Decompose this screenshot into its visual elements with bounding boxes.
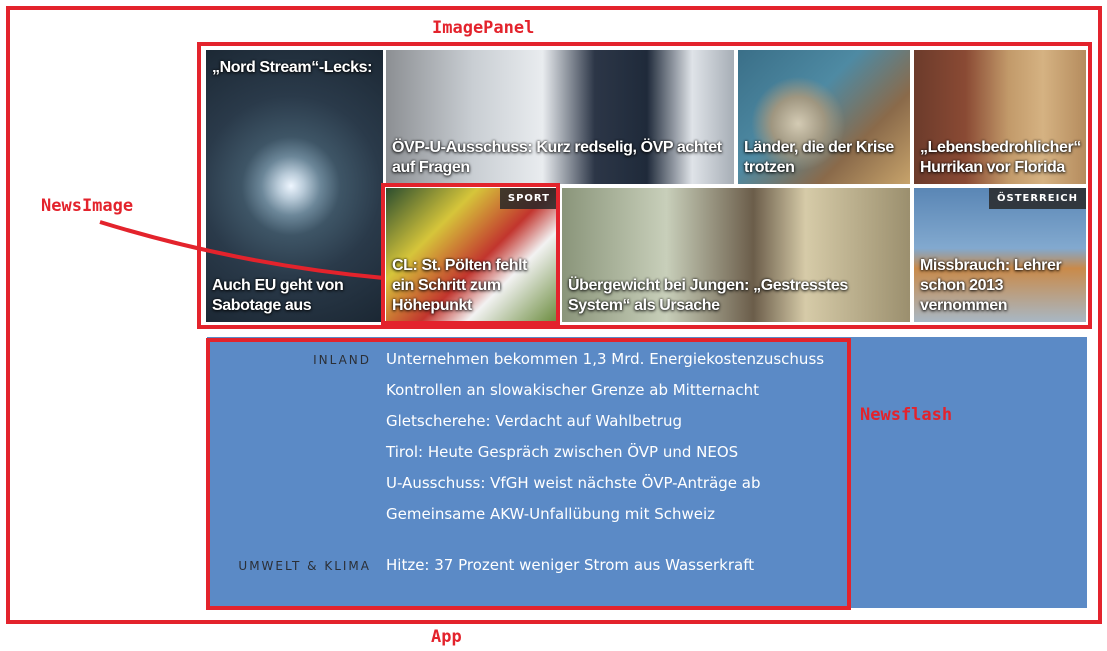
app-annotation-label: App bbox=[431, 627, 462, 647]
newsflash-annotation-box bbox=[206, 338, 851, 610]
image-panel-annotation-box bbox=[197, 42, 1092, 329]
news-image-annotation-label: NewsImage bbox=[41, 196, 134, 216]
news-image-annotation-box bbox=[381, 183, 560, 325]
newsflash-annotation-label: Newsflash bbox=[860, 405, 953, 425]
image-panel-annotation-label: ImagePanel bbox=[432, 18, 535, 38]
